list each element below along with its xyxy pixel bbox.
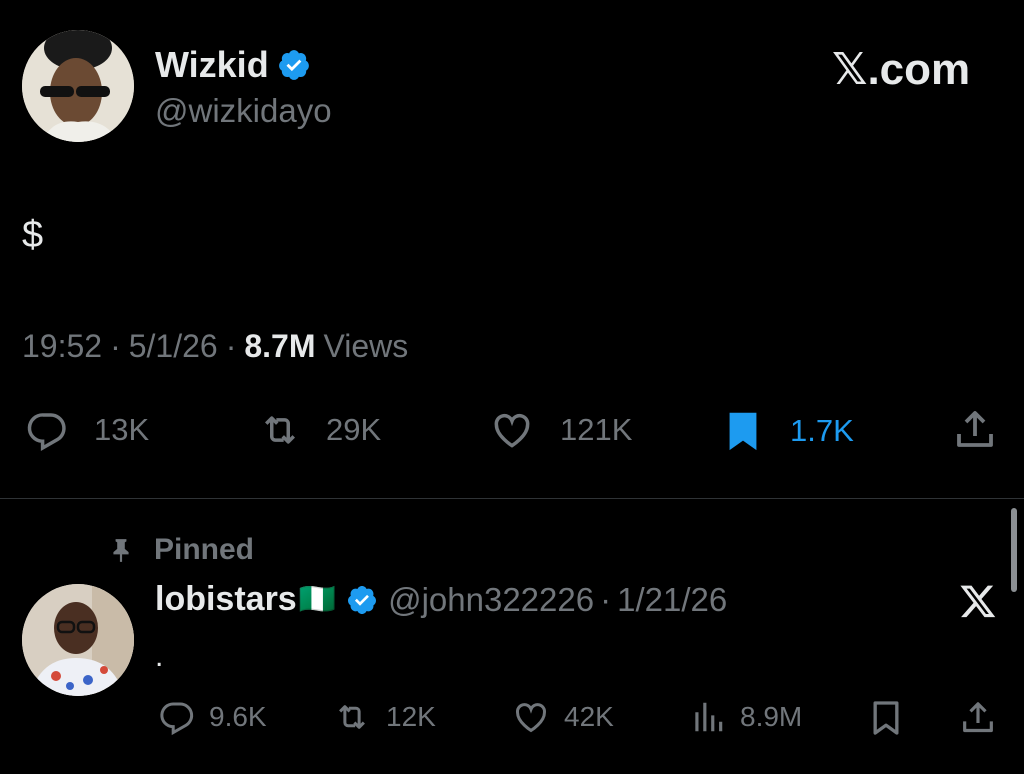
pinned-text: . <box>155 640 164 673</box>
pinned-author-handle[interactable]: @john322226 <box>388 581 594 619</box>
retweet-icon <box>330 698 374 736</box>
bookmark-button[interactable]: 1.7K <box>718 408 854 454</box>
share-icon <box>950 406 1000 454</box>
views-count: 8.7M <box>244 328 316 364</box>
lobistars-avatar[interactable] <box>22 584 134 696</box>
pinned-reply-button[interactable]: 9.6K <box>157 698 267 736</box>
share-button[interactable] <box>950 406 1000 454</box>
like-icon <box>510 698 552 736</box>
divider <box>0 498 1024 499</box>
reply-button[interactable]: 13K <box>22 408 149 452</box>
like-icon <box>486 408 538 452</box>
retweet-count: 29K <box>326 412 382 447</box>
share-icon <box>958 698 998 738</box>
x-logo-icon <box>958 582 998 620</box>
scrollbar[interactable] <box>1011 508 1017 592</box>
separator: · <box>225 328 237 364</box>
tweet-author-handle[interactable]: @wizkidayo <box>155 92 332 130</box>
tweet-author-name[interactable]: Wizkid <box>155 44 269 86</box>
separator: · <box>110 328 121 364</box>
pinned-like-button[interactable]: 42K <box>510 698 614 736</box>
views-label: Views <box>323 328 409 364</box>
bookmark-icon <box>718 408 768 454</box>
tweet-text: $ <box>22 214 44 256</box>
retweet-button[interactable]: 29K <box>252 408 381 452</box>
verified-badge-icon <box>277 48 311 82</box>
pinned-retweet-button[interactable]: 12K <box>330 698 436 736</box>
like-count: 121K <box>560 412 633 447</box>
pinned-views-button[interactable]: 8.9M <box>688 698 802 736</box>
tweet-date[interactable]: 5/1/26 <box>129 328 218 365</box>
bookmark-count: 1.7K <box>790 413 854 448</box>
pinned-retweet-count: 12K <box>386 701 436 732</box>
pinned-reply-count: 9.6K <box>209 701 267 732</box>
pinned-date[interactable]: 1/21/26 <box>617 581 727 619</box>
retweet-icon <box>252 408 308 452</box>
pinned-author-name[interactable]: lobistars <box>155 580 297 619</box>
reply-count: 13K <box>94 412 150 447</box>
pinned-label: Pinned <box>154 533 255 566</box>
wizkid-avatar[interactable] <box>22 30 134 142</box>
pinned-share-button[interactable] <box>958 698 998 738</box>
separator: · <box>600 580 612 618</box>
x-watermark: 𝕏.com <box>832 45 971 94</box>
reply-icon <box>157 698 197 736</box>
verified-badge-icon <box>346 584 378 616</box>
like-button[interactable]: 121K <box>486 408 632 452</box>
pinned-bookmark-button[interactable] <box>866 698 906 738</box>
pin-icon <box>108 533 134 567</box>
bookmark-icon <box>866 698 906 738</box>
pinned-like-count: 42K <box>564 701 614 732</box>
nigeria-flag-icon: 🇳🇬 <box>298 583 337 616</box>
reply-icon <box>22 408 72 452</box>
pinned-views-count: 8.9M <box>740 701 803 732</box>
tweet-time[interactable]: 19:52 <box>22 328 102 365</box>
views-icon <box>688 698 728 736</box>
